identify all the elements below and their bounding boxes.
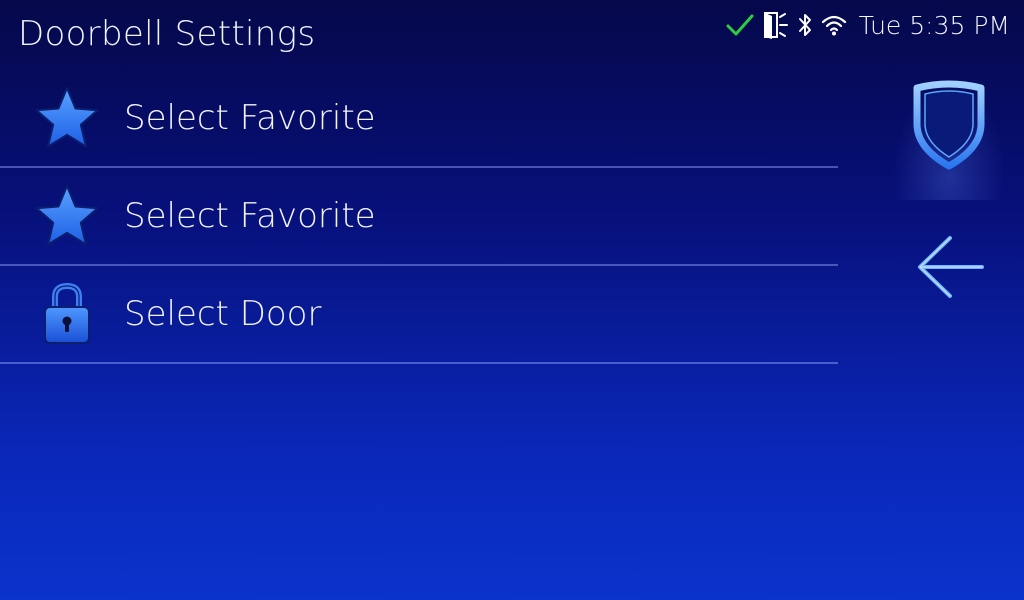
menu-item-label: Select Door (124, 294, 322, 334)
bluetooth-icon (797, 12, 813, 38)
door-sensor-icon (763, 11, 789, 39)
menu-item-select-favorite-1[interactable]: Select Favorite (0, 70, 838, 168)
menu-item-label: Select Favorite (124, 98, 376, 138)
menu-item-label: Select Favorite (124, 196, 376, 236)
security-shield-button[interactable] (893, 80, 1005, 200)
shield-icon (911, 80, 987, 174)
menu-item-select-favorite-2[interactable]: Select Favorite (0, 168, 838, 266)
back-button[interactable] (912, 232, 990, 306)
lock-icon (32, 279, 102, 349)
settings-menu: Select Favorite Select Favorite Select D… (0, 70, 838, 364)
check-icon (725, 12, 755, 38)
menu-item-select-door[interactable]: Select Door (0, 266, 838, 364)
clock-time: Tue 5:35 PM (858, 10, 1010, 40)
wifi-icon (821, 13, 847, 37)
star-icon (32, 83, 102, 153)
star-icon (32, 181, 102, 251)
back-arrow-icon (916, 234, 986, 304)
page-title: Doorbell Settings (18, 14, 316, 54)
status-bar: Tue 5:35 PM (725, 8, 1010, 42)
